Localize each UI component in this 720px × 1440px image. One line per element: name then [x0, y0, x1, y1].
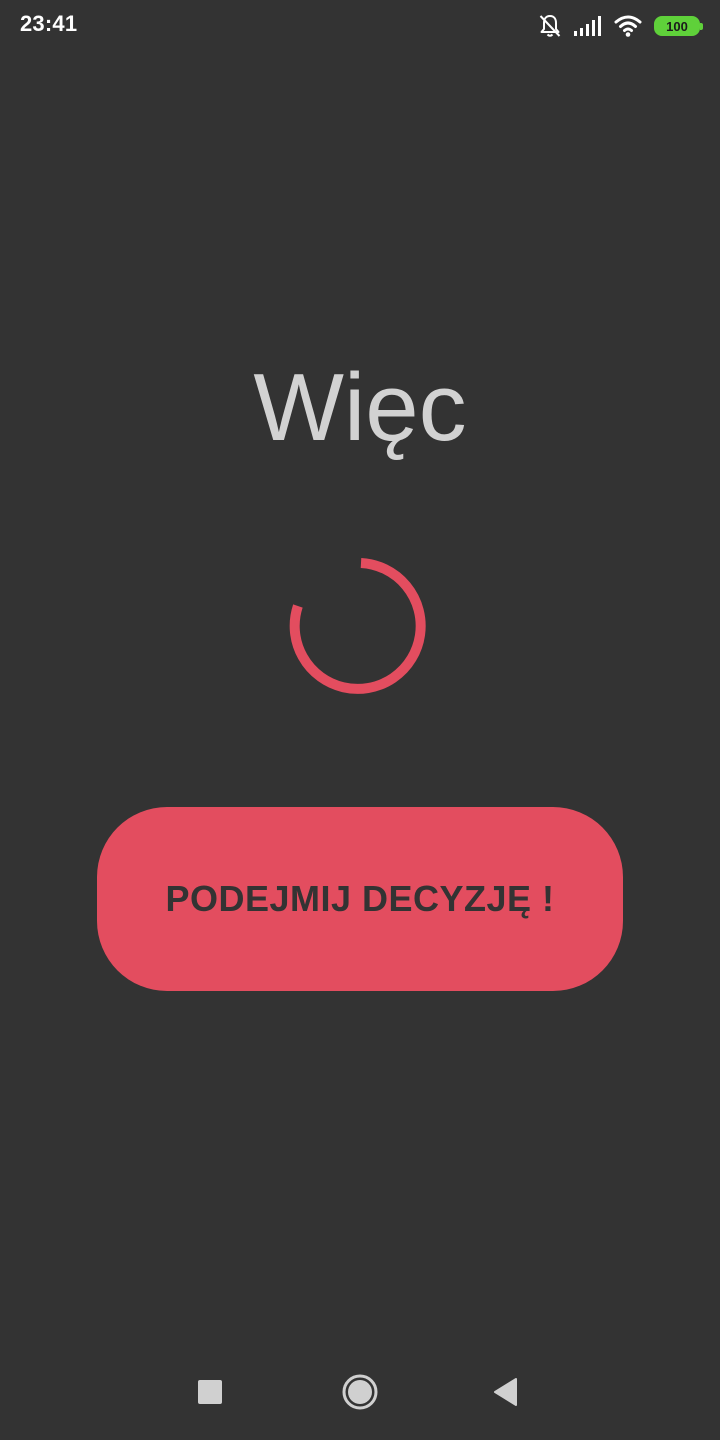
wifi-icon [614, 15, 642, 37]
back-icon [494, 1378, 517, 1406]
notifications-off-icon [539, 15, 561, 37]
recent-apps-button[interactable] [180, 1362, 240, 1422]
status-bar: 23:41 100 [0, 0, 720, 52]
battery-icon: 100 [654, 16, 703, 36]
status-icons: 100 [538, 12, 703, 40]
signal-icon [574, 16, 601, 36]
home-icon [342, 1374, 378, 1410]
home-button[interactable] [330, 1362, 390, 1422]
app-screen: 23:41 100 Więc PODEJMIJ DECYZJĘ ! [0, 0, 720, 1440]
navigation-bar [0, 1352, 720, 1440]
decide-button-label: PODEJMIJ DECYZJĘ ! [165, 878, 555, 919]
back-button[interactable] [476, 1362, 536, 1422]
battery-tip [700, 23, 703, 30]
decide-button[interactable]: PODEJMIJ DECYZJĘ ! [97, 807, 623, 991]
battery-level: 100 [666, 18, 688, 34]
status-time: 23:41 [20, 11, 78, 36]
page-title: Więc [253, 354, 467, 461]
recent-apps-icon [198, 1380, 222, 1404]
loading-spinner-icon [289, 558, 426, 694]
